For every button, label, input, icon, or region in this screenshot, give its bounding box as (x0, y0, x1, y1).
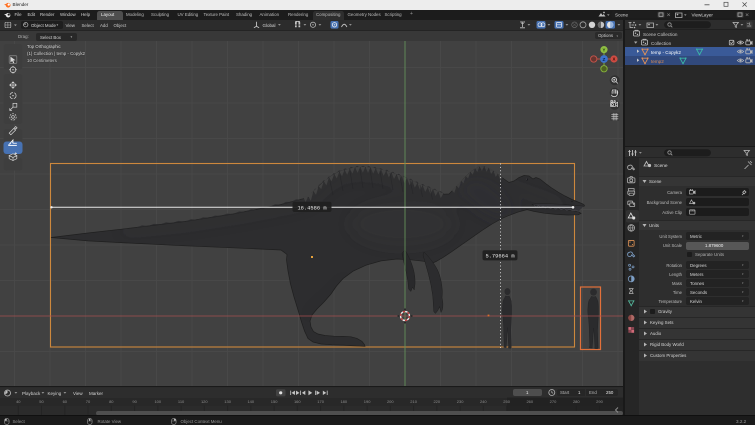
svg-text:X: X (613, 57, 616, 62)
svg-text:✕: ✕ (745, 12, 749, 18)
svg-text:Scene Collection: Scene Collection (643, 32, 678, 37)
svg-text:ViewLayer: ViewLayer (692, 12, 714, 17)
svg-text:Object Context Menu: Object Context Menu (180, 419, 222, 424)
svg-text:Z: Z (603, 57, 606, 62)
svg-text:16.4586 m: 16.4586 m (297, 205, 326, 211)
svg-text:Y: Y (603, 47, 606, 52)
svg-text:Rotate View: Rotate View (97, 419, 121, 424)
svg-text:temp2: temp2 (651, 59, 664, 64)
svg-text:Collection: Collection (651, 41, 672, 46)
svg-text:Global: Global (263, 23, 276, 28)
svg-text:5.79664 m: 5.79664 m (485, 254, 514, 260)
svg-text:✕: ✕ (667, 12, 671, 18)
svg-text:Select: Select (12, 419, 25, 424)
svg-text:Scene: Scene (615, 12, 628, 17)
svg-text:Scene: Scene (654, 163, 668, 169)
svg-text:temp - Copyk2: temp - Copyk2 (651, 50, 681, 55)
